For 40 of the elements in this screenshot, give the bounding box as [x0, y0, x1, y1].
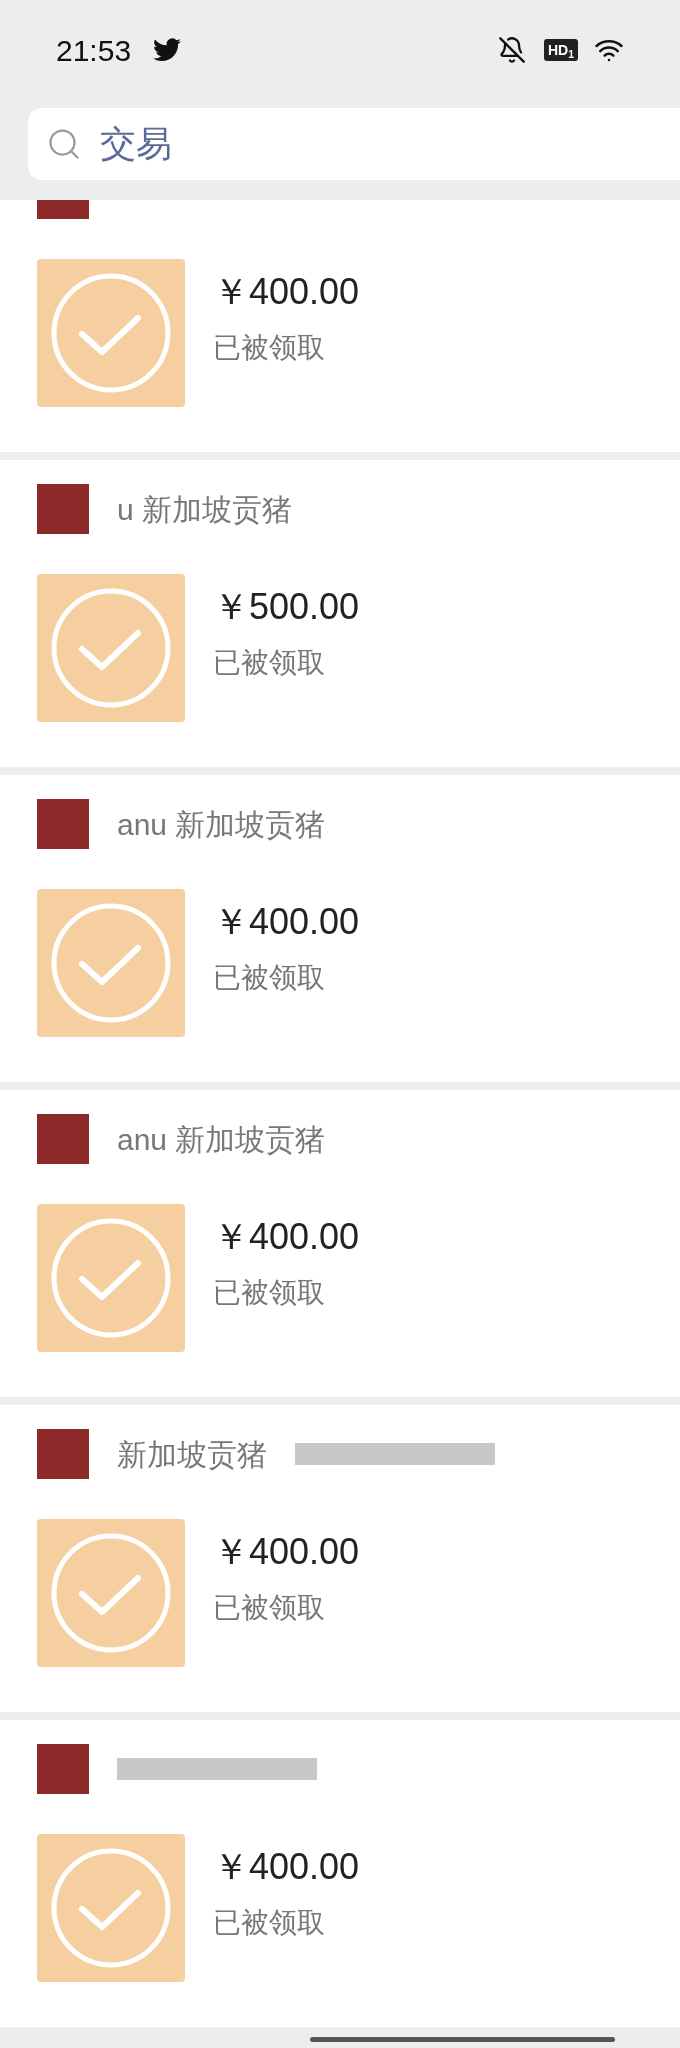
check-circle-icon [50, 587, 172, 709]
check-circle-icon [50, 902, 172, 1024]
status-text: 已被领取 [213, 1276, 326, 1310]
status-text: 已被领取 [213, 331, 326, 365]
amount-text: ￥400.00 [213, 1845, 360, 1889]
amount-text: ￥400.00 [213, 1530, 360, 1574]
transfer-card[interactable]: anu 新加坡贡猪 ￥400.00 已被领取 [0, 1090, 680, 1397]
check-circle-icon [50, 1217, 172, 1339]
status-text: 已被领取 [213, 1906, 326, 1940]
amount-text: ￥500.00 [213, 585, 360, 629]
avatar-placeholder[interactable] [37, 484, 89, 534]
transfer-card[interactable]: ￥400.00 已被领取 [0, 1720, 680, 2027]
check-circle-icon [50, 272, 172, 394]
sender-name: anu 新加坡贡猪 [117, 1121, 326, 1158]
status-text: 已被领取 [213, 1591, 326, 1625]
avatar-placeholder[interactable] [37, 1114, 89, 1164]
amount-text: ￥400.00 [213, 900, 360, 944]
transfer-card[interactable]: 新加坡贡猪 ￥400.00 已被领取 [0, 1405, 680, 1712]
sender-name: 新加坡贡猪 [117, 1436, 267, 1473]
bell-off-icon [497, 36, 526, 64]
avatar-placeholder[interactable] [37, 1429, 89, 1479]
status-text: 已被领取 [213, 961, 326, 995]
transfer-card[interactable]: anu 新加坡贡猪 ￥400.00 已被领取 [0, 775, 680, 1082]
avatar-placeholder[interactable] [37, 799, 89, 849]
check-circle-icon [50, 1532, 172, 1654]
transfer-card[interactable]: u 新加坡贡猪 ￥500.00 已被领取 [0, 460, 680, 767]
amount-text: ￥400.00 [213, 270, 360, 314]
clock-text: 21:53 [56, 32, 132, 69]
sender-name: u 新加坡贡猪 [117, 491, 293, 528]
avatar-placeholder[interactable] [37, 1744, 89, 1794]
status-text: 已被领取 [213, 646, 326, 680]
hd-badge: HD$_{1}$ [543, 39, 578, 61]
search-input[interactable]: 交易 [100, 117, 662, 171]
amount-text: ￥400.00 [213, 1215, 360, 1259]
transfer-card[interactable]: ￥400.00 已被领取 [0, 200, 680, 452]
sender-name: anu 新加坡贡猪 [117, 806, 326, 843]
search-field[interactable]: 交易 [28, 108, 680, 180]
check-circle-icon [50, 1847, 172, 1969]
bird-icon [153, 38, 182, 62]
search-icon [46, 126, 82, 162]
